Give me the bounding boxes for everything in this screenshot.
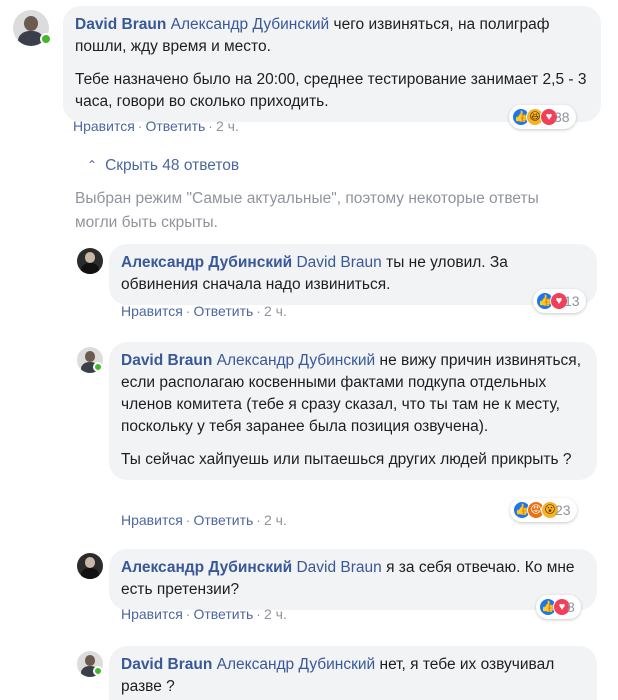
avatar-body [80, 263, 100, 274]
author-name[interactable]: David Braun [121, 656, 212, 673]
separator-dot: · [185, 512, 191, 528]
author-name[interactable]: Александр Дубинский [121, 559, 292, 576]
comment-text: Александр Дубинский David Braun ты не ул… [121, 252, 585, 296]
filter-notice: Выбран режим "Самые актуальные", поэтому… [75, 190, 539, 231]
mention-link[interactable]: Александр Дубинский [217, 352, 376, 369]
comment-actions: Нравится · Ответить · 2 ч. [121, 512, 287, 528]
reply-bubble: David Braun Александр Дубинский не вижу … [109, 342, 597, 480]
separator-dot: · [185, 303, 191, 319]
avatar-head [84, 351, 96, 363]
online-status-dot [40, 33, 52, 45]
reactions-summary[interactable]: 👍 ♥ 13 [533, 289, 586, 313]
avatar-head [84, 655, 96, 667]
reply-bubble: Александр Дубинский David Braun я за себ… [109, 549, 597, 610]
avatar-body [80, 568, 100, 579]
comment-actions: Нравится · Ответить · 2 ч. [121, 303, 287, 319]
mention-link[interactable]: Александр Дубинский [217, 656, 376, 673]
comment-actions: Нравится · Ответить · 2 ч. [121, 606, 287, 622]
reactions-summary[interactable]: 👍 ♥ 8 [536, 595, 581, 619]
separator-dot: · [185, 606, 191, 622]
separator-dot: · [208, 118, 213, 134]
separator-dot: · [256, 512, 261, 528]
mention-link[interactable]: David Braun [296, 254, 381, 271]
timestamp[interactable]: 2 ч. [216, 118, 239, 134]
like-link[interactable]: Нравится [121, 512, 183, 528]
comment-text: Александр Дубинский David Braun я за себ… [121, 557, 585, 601]
mention-link[interactable]: David Braun [296, 559, 381, 576]
like-link[interactable]: Нравится [73, 118, 135, 134]
hide-replies-toggle[interactable]: ⌃ Скрыть 48 ответов [87, 157, 239, 175]
reply-bubble: Александр Дубинский David Braun ты не ул… [109, 244, 597, 305]
hide-replies-label: Скрыть 48 ответов [105, 157, 240, 174]
timestamp[interactable]: 2 ч. [264, 606, 287, 622]
chevron-up-icon: ⌃ [87, 158, 98, 172]
reply-bubble: David Braun Александр Дубинский нет, я т… [109, 646, 597, 700]
timestamp[interactable]: 2 ч. [264, 303, 287, 319]
separator-dot: · [256, 606, 261, 622]
reaction-count: 38 [554, 109, 570, 125]
like-link[interactable]: Нравится [121, 606, 183, 622]
reaction-count: 23 [555, 502, 571, 518]
reply-link[interactable]: Ответить [193, 303, 253, 319]
reply-link[interactable]: Ответить [145, 118, 205, 134]
timestamp[interactable]: 2 ч. [264, 512, 287, 528]
online-status-dot [93, 666, 103, 676]
separator-dot: · [256, 303, 261, 319]
reply-link[interactable]: Ответить [193, 606, 253, 622]
avatar[interactable] [77, 553, 103, 579]
avatar-head [84, 557, 96, 569]
reactions-summary[interactable]: 👍 😡 😮 23 [510, 498, 577, 522]
author-name[interactable]: David Braun [75, 16, 166, 33]
like-link[interactable]: Нравится [121, 303, 183, 319]
avatar-head [84, 252, 96, 264]
separator-dot: · [137, 118, 143, 134]
comment-text: David Braun Александр Дубинский нет, я т… [121, 654, 585, 698]
comment-body-2: Ты сейчас хайпуешь или пытаешься других … [121, 451, 572, 468]
comment-body-2: Тебе назначено было на 20:00, среднее те… [75, 71, 587, 110]
online-status-dot [93, 362, 103, 372]
reactions-summary[interactable]: 👍 😆 ♥ 38 [509, 105, 576, 129]
comment-text: David Braun Александр Дубинский не вижу … [121, 350, 585, 438]
reply-link[interactable]: Ответить [193, 512, 253, 528]
avatar-head [23, 15, 39, 31]
reaction-count: 8 [567, 599, 575, 615]
avatar[interactable] [77, 248, 103, 274]
reaction-count: 13 [564, 293, 580, 309]
author-name[interactable]: Александр Дубинский [121, 254, 292, 271]
mention-link[interactable]: Александр Дубинский [171, 16, 330, 33]
comment-actions: Нравится · Ответить · 2 ч. [73, 118, 239, 134]
comment-text: David Braun Александр Дубинский чего изв… [75, 14, 589, 58]
author-name[interactable]: David Braun [121, 352, 212, 369]
